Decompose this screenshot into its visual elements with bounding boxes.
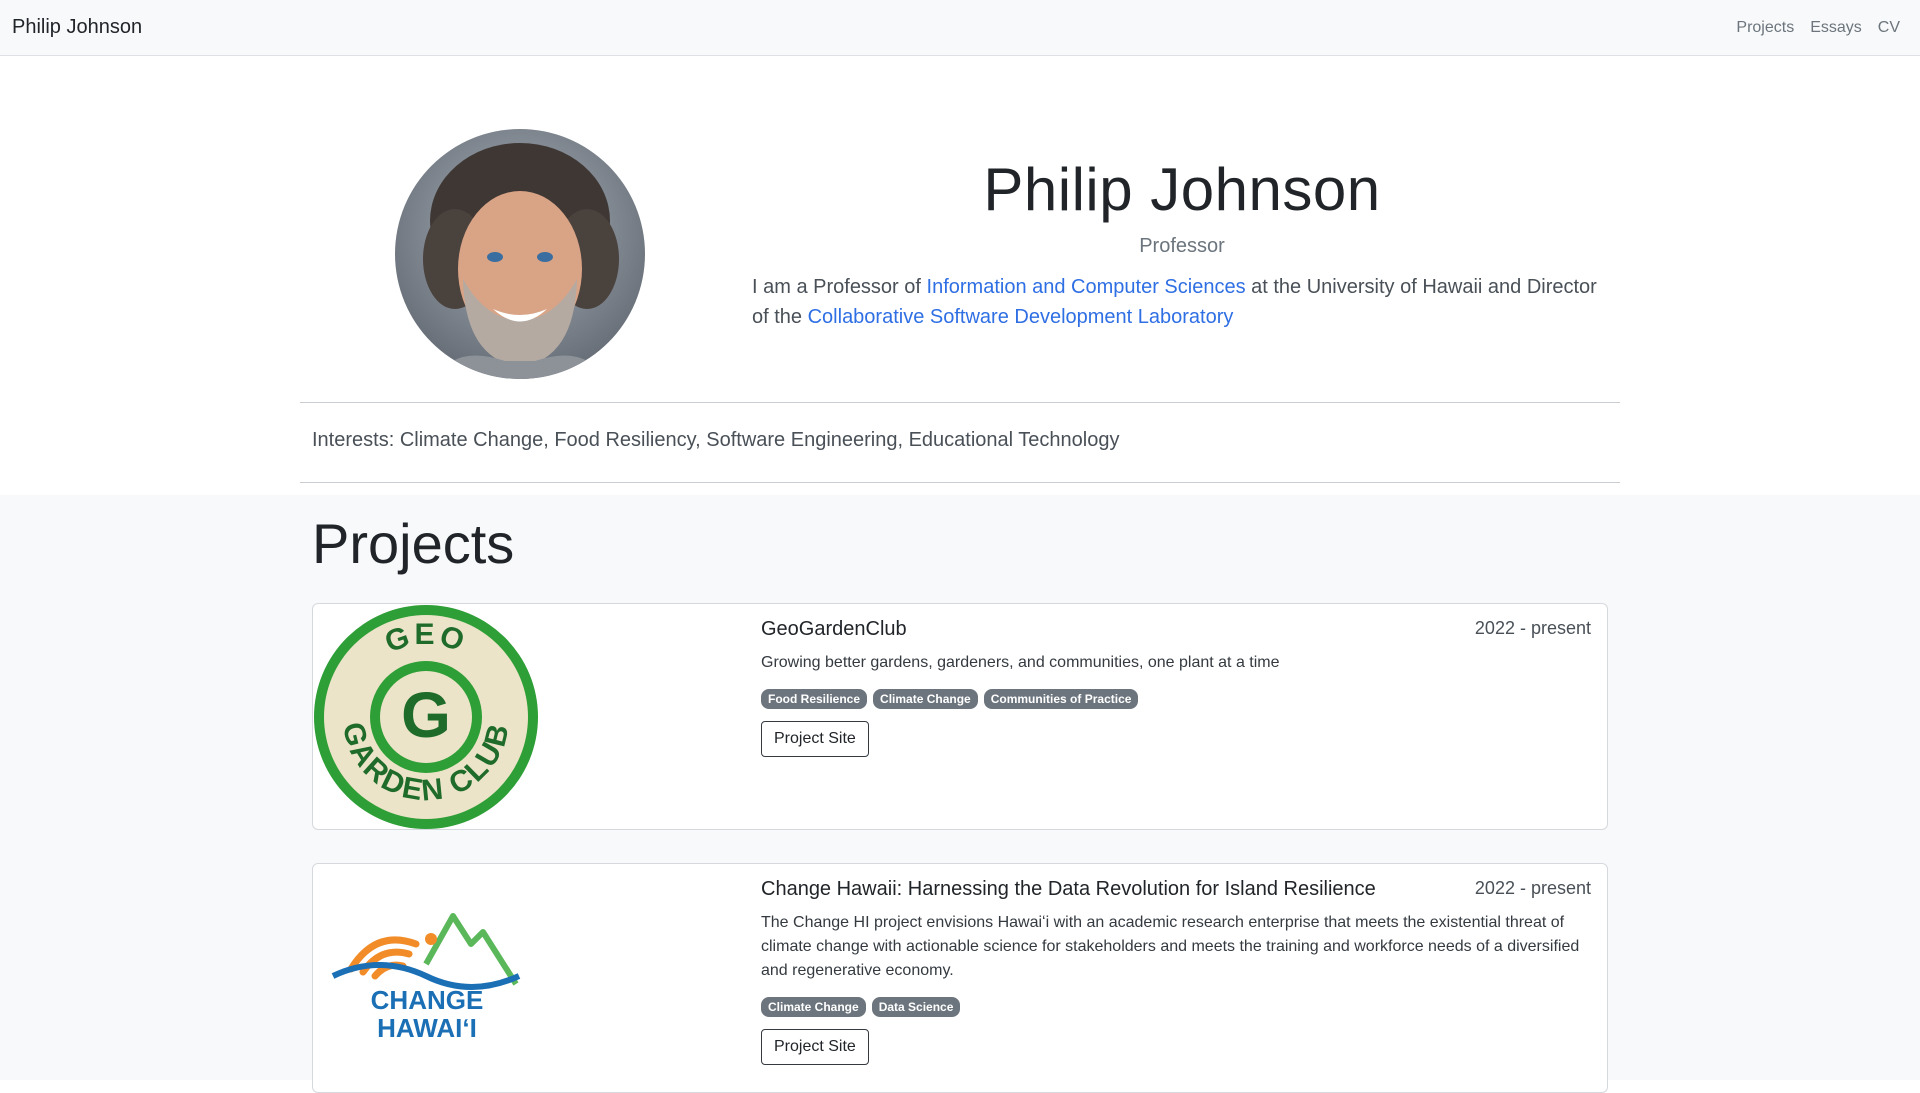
nav-link-cv[interactable]: CV	[1878, 19, 1900, 37]
project-card-body: GeoGardenClub 2022 - present Growing bet…	[761, 618, 1591, 757]
project-description: Growing better gardens, gardeners, and c…	[761, 654, 1280, 671]
tag-climate-change: Climate Change	[873, 689, 978, 709]
svg-text:G: G	[401, 679, 451, 751]
project-description: The Change HI project envisions Hawaiʻi …	[761, 914, 1580, 979]
nav-links: Projects Essays CV	[1736, 19, 1900, 37]
profile-name: Philip Johnson	[983, 156, 1381, 223]
projects-heading: Projects	[312, 512, 515, 575]
profile-header: Philip Johnson Professor I am a Professo…	[0, 56, 1920, 530]
navbar: Philip Johnson Projects Essays CV	[0, 0, 1920, 56]
project-title: Change Hawaii: Harnessing the Data Revol…	[761, 878, 1376, 900]
project-date: 2022 - present	[1474, 618, 1591, 638]
project-site-button[interactable]: Project Site	[761, 721, 869, 757]
svg-text:CHANGE: CHANGE	[371, 985, 484, 1015]
svg-text:HAWAIʻI: HAWAIʻI	[377, 1013, 477, 1043]
avatar	[395, 129, 645, 379]
interests: Interests: Climate Change, Food Resilien…	[312, 429, 1120, 451]
tag-communities-of-practice: Communities of Practice	[983, 689, 1139, 709]
nav-link-essays[interactable]: Essays	[1810, 19, 1862, 37]
avatar-photo	[395, 129, 645, 379]
nav-link-projects[interactable]: Projects	[1736, 19, 1794, 37]
project-tags: Climate Change Data Science	[761, 997, 1591, 1017]
profile-title: Professor	[1139, 235, 1225, 257]
geogardenclub-logo: G GEO GARDEN CLUB	[313, 604, 539, 835]
divider-bottom	[300, 482, 1620, 483]
projects-section: Projects G GEO GARDEN CLUB GeoGardenClub…	[0, 495, 1920, 1093]
tag-data-science: Data Science	[871, 997, 961, 1017]
divider-top	[300, 402, 1620, 403]
navbar-brand[interactable]: Philip Johnson	[12, 16, 142, 39]
project-card-body: Change Hawaii: Harnessing the Data Revol…	[761, 878, 1591, 1065]
project-site-button[interactable]: Project Site	[761, 1029, 869, 1065]
tag-food-resilience: Food Resilience	[761, 689, 868, 709]
project-tags: Food Resilience Climate Change Communiti…	[761, 689, 1591, 709]
project-title: GeoGardenClub	[761, 618, 907, 640]
profile-intro: Philip Johnson Professor I am a Professo…	[752, 151, 1612, 332]
change-hawaii-logo: CHANGE HAWAIʻI	[331, 904, 521, 1049]
project-card-change-hawaii: CHANGE HAWAIʻI Change Hawaii: Harnessing…	[312, 863, 1608, 1093]
ics-link[interactable]: Information and Computer Sciences	[927, 276, 1246, 298]
profile-bio: I am a Professor of Information and Comp…	[752, 272, 1612, 332]
tag-climate-change: Climate Change	[761, 997, 866, 1017]
bio-text-1: I am a Professor of	[752, 276, 927, 298]
project-card-geogardenclub: G GEO GARDEN CLUB GeoGardenClub 2022 - p…	[312, 603, 1608, 830]
project-date: 2022 - present	[1474, 878, 1591, 898]
csdl-link[interactable]: Collaborative Software Development Labor…	[808, 306, 1234, 328]
